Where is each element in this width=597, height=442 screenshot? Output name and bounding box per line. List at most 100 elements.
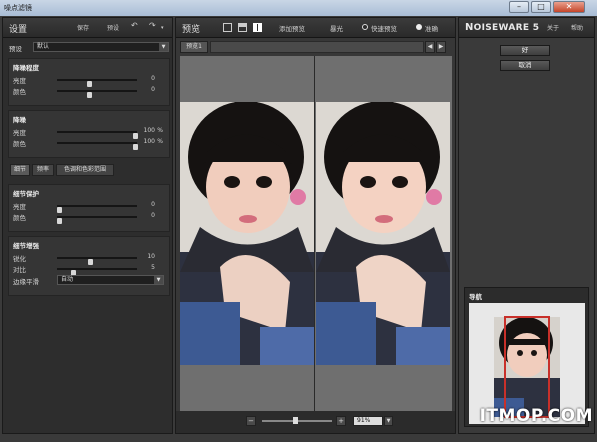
- tab-detail[interactable]: 细节: [10, 164, 30, 176]
- slider-value: 5: [151, 264, 155, 271]
- chevron-down-icon[interactable]: ▼: [384, 416, 393, 426]
- close-button[interactable]: ✕: [553, 1, 585, 13]
- slider-row: 亮度 100 %: [9, 126, 169, 139]
- slider-knob[interactable]: [133, 144, 138, 150]
- ok-button[interactable]: 好: [500, 45, 550, 56]
- slider-track[interactable]: [57, 216, 137, 224]
- right-toolbar: NOISEWARE 5 关于 帮助: [459, 18, 594, 38]
- split-horizontal-icon[interactable]: [238, 23, 247, 32]
- slider-track[interactable]: [57, 131, 138, 139]
- save-button[interactable]: 保存: [77, 23, 89, 32]
- cancel-button[interactable]: 取消: [500, 60, 550, 71]
- slider-track[interactable]: [57, 205, 137, 213]
- slider-value: 0: [151, 212, 155, 219]
- slider-track[interactable]: [57, 257, 137, 265]
- noise-level-section: 降噪程度 亮度 0 颜色 0: [8, 58, 170, 106]
- slider-track[interactable]: [57, 268, 137, 276]
- tab-tone-color[interactable]: 色调和色彩范围: [56, 164, 114, 176]
- tab-next-icon[interactable]: ▶: [436, 41, 446, 53]
- zoom-in-button[interactable]: +: [336, 416, 346, 426]
- quick-preview-label: 快速预览: [371, 25, 397, 33]
- about-button[interactable]: 关于: [547, 23, 559, 32]
- edge-smooth-select[interactable]: 自动 ▼: [57, 275, 164, 285]
- watermark: ITMOP.COM: [479, 406, 593, 426]
- zoom-out-button[interactable]: −: [246, 416, 256, 426]
- photo-before-graphic: [180, 102, 314, 365]
- split-vertical-icon[interactable]: [253, 23, 262, 32]
- preview-image-before[interactable]: [180, 102, 314, 365]
- slider-value: 0: [151, 201, 155, 208]
- slider-knob[interactable]: [57, 218, 62, 224]
- tab-prev-icon[interactable]: ◀: [425, 41, 435, 53]
- slider-row: 亮度 0: [9, 200, 169, 213]
- section-title: 细节保护: [13, 190, 39, 198]
- preview-panel: 预览 添加预览 暴光 快速预览 准确 预览1 ◀ ▶ − + 91% ▼: [175, 17, 456, 434]
- add-preview-button[interactable]: 添加预览: [279, 23, 305, 33]
- exposure-button[interactable]: 暴光: [330, 23, 343, 33]
- slider-value: 10: [147, 253, 155, 260]
- slider-knob[interactable]: [87, 92, 92, 98]
- single-view-icon[interactable]: [223, 23, 232, 32]
- slider-track[interactable]: [57, 142, 138, 150]
- slider-row: 颜色 0: [9, 211, 169, 224]
- slider-label: 对比: [13, 266, 26, 274]
- preset-value: 默认: [37, 43, 50, 50]
- tab-preview-1[interactable]: 预览1: [180, 41, 208, 53]
- undo-icon[interactable]: ↶: [131, 21, 138, 30]
- photo-after-graphic: [316, 102, 450, 365]
- preset-select[interactable]: 默认 ▼: [33, 42, 169, 52]
- right-panel: NOISEWARE 5 关于 帮助 好 取消 导航: [458, 17, 595, 434]
- zoom-bar: − + 91% ▼: [176, 411, 455, 433]
- noise-filter-window: 噪点滤镜 – □ ✕ 设置 保存 预设 ↶ ↷ ▾ 预设 默认 ▼ 降噪程度 亮…: [0, 0, 597, 442]
- section-title: 降噪: [13, 116, 26, 124]
- precise-label: 准确: [425, 25, 438, 33]
- preview-tab-strip: [210, 41, 424, 53]
- slider-label: 锐化: [13, 255, 26, 263]
- noiseware-logo: NOISEWARE 5: [465, 22, 540, 33]
- title-bar: 噪点滤镜 – □ ✕: [0, 0, 597, 16]
- zoom-value[interactable]: 91%: [353, 416, 383, 426]
- redo-dropdown-icon[interactable]: ▾: [161, 25, 164, 31]
- slider-row: 锐化 10: [9, 252, 169, 265]
- quick-preview-radio[interactable]: [362, 24, 368, 30]
- zoom-slider-knob[interactable]: [293, 417, 298, 424]
- preview-title: 预览: [182, 25, 201, 35]
- minimize-button[interactable]: –: [509, 1, 529, 13]
- slider-label: 颜色: [13, 140, 26, 148]
- slider-label: 亮度: [13, 129, 26, 137]
- slider-label: 亮度: [13, 77, 26, 85]
- split-divider[interactable]: [314, 56, 315, 411]
- preview-toolbar: 预览 添加预览 暴光 快速预览 准确: [176, 18, 455, 38]
- redo-icon[interactable]: ↷: [149, 21, 156, 30]
- detail-enhance-section: 细节增强 锐化 10 对比 5 边缘平滑 自动 ▼: [8, 236, 170, 296]
- edge-smooth-value: 自动: [61, 276, 74, 283]
- slider-unit: %: [157, 127, 163, 134]
- slider-track[interactable]: [57, 90, 137, 98]
- slider-row: 对比 5: [9, 263, 169, 276]
- preview-image-after[interactable]: [316, 102, 450, 365]
- slider-row: 亮度 0: [9, 74, 169, 87]
- chevron-down-icon: ▼: [159, 43, 168, 51]
- help-button[interactable]: 帮助: [571, 23, 583, 32]
- preset-button[interactable]: 预设: [107, 23, 119, 32]
- tab-frequency[interactable]: 频率: [32, 164, 54, 176]
- maximize-button[interactable]: □: [531, 1, 551, 13]
- slider-label: 颜色: [13, 214, 26, 222]
- slider-unit: %: [157, 138, 163, 145]
- window-title: 噪点滤镜: [4, 4, 32, 12]
- navigator-title: 导航: [469, 293, 482, 301]
- preset-label: 预设: [9, 45, 22, 53]
- settings-toolbar: 设置 保存 预设 ↶ ↷ ▾: [3, 18, 172, 38]
- slider-value: 100: [143, 127, 155, 134]
- precise-radio[interactable]: [416, 24, 422, 30]
- settings-title: 设置: [9, 25, 28, 35]
- slider-label: 颜色: [13, 88, 26, 96]
- slider-track[interactable]: [57, 79, 137, 87]
- settings-panel: 设置 保存 预设 ↶ ↷ ▾ 预设 默认 ▼ 降噪程度 亮度 0 颜色 0 降噪…: [2, 17, 173, 434]
- slider-value: 0: [151, 75, 155, 82]
- slider-value: 100: [143, 138, 155, 145]
- slider-value: 0: [151, 86, 155, 93]
- noise-reduction-section: 降噪 亮度 100 % 颜色 100 %: [8, 110, 170, 158]
- slider-row: 颜色 100 %: [9, 137, 169, 150]
- section-title: 降噪程度: [13, 64, 39, 72]
